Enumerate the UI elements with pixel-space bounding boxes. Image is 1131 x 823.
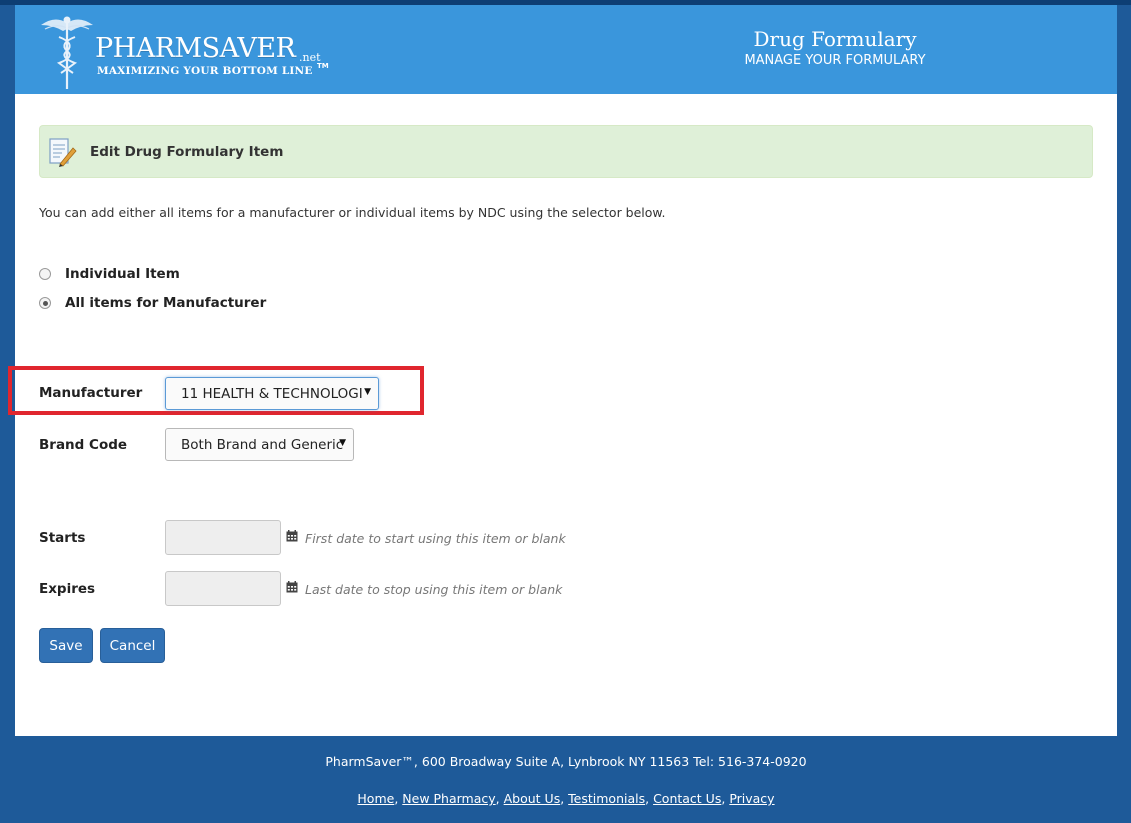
- starts-hint: First date to start using this item or b…: [305, 531, 566, 546]
- brand-code-label: Brand Code: [39, 437, 128, 453]
- radio-all-items-manufacturer[interactable]: All items for Manufacturer: [39, 295, 266, 311]
- main-content: Edit Drug Formulary Item You can add eit…: [8, 94, 1117, 736]
- logo-name: PHARMSAVER: [95, 33, 296, 64]
- footer-link-new-pharmacy[interactable]: New Pharmacy: [402, 791, 495, 806]
- page-subtitle: MANAGE YOUR FORMULARY: [744, 53, 926, 68]
- footer-link-home[interactable]: Home: [357, 791, 394, 806]
- save-button[interactable]: Save: [39, 628, 93, 663]
- logo-trademark: TM: [317, 62, 329, 70]
- radio-label[interactable]: Individual Item: [65, 266, 180, 282]
- cancel-button[interactable]: Cancel: [100, 628, 165, 663]
- footer-link-privacy[interactable]: Privacy: [729, 791, 774, 806]
- pharmsaver-logo[interactable]: PHARMSAVER .net MAXIMIZING YOUR BOTTOM L…: [37, 11, 337, 91]
- dropdown-arrow-icon: ▼: [339, 438, 346, 448]
- manufacturer-select-value: 11 HEALTH & TECHNOLOGI: [181, 386, 363, 402]
- expires-date-input[interactable]: [165, 571, 281, 606]
- intro-text: You can add either all items for a manuf…: [39, 205, 666, 220]
- expires-hint: Last date to stop using this item or bla…: [305, 582, 563, 597]
- radio-individual-item[interactable]: Individual Item: [39, 266, 180, 282]
- logo-tagline: MAXIMIZING YOUR BOTTOM LINE: [97, 65, 313, 77]
- brand-code-select[interactable]: Both Brand and Generic ▼: [165, 428, 354, 461]
- panel-heading: Edit Drug Formulary Item: [39, 125, 1093, 178]
- starts-label: Starts: [39, 530, 86, 546]
- footer-link-about-us[interactable]: About Us: [504, 791, 561, 806]
- radio-label[interactable]: All items for Manufacturer: [65, 295, 266, 311]
- starts-date-input[interactable]: [165, 520, 281, 555]
- footer-link-contact-us[interactable]: Contact Us: [653, 791, 721, 806]
- dropdown-arrow-icon: ▼: [364, 387, 371, 397]
- radio-button[interactable]: [39, 268, 51, 280]
- footer-address: PharmSaver™, 600 Broadway Suite A, Lynbr…: [325, 754, 807, 769]
- site-header: PHARMSAVER .net MAXIMIZING YOUR BOTTOM L…: [15, 5, 1117, 94]
- expires-label: Expires: [39, 581, 96, 597]
- site-footer: PharmSaver™, 600 Broadway Suite A, Lynbr…: [15, 737, 1117, 823]
- caduceus-icon: [41, 16, 93, 89]
- calendar-icon[interactable]: [286, 530, 298, 542]
- footer-links: Home, New Pharmacy, About Us, Testimonia…: [357, 791, 775, 806]
- calendar-icon[interactable]: [286, 581, 298, 593]
- radio-button[interactable]: [39, 297, 51, 309]
- panel-title: Edit Drug Formulary Item: [90, 144, 284, 160]
- page-title: Drug Formulary: [753, 27, 917, 51]
- footer-link-testimonials[interactable]: Testimonials: [568, 791, 645, 806]
- brand-code-select-value: Both Brand and Generic: [181, 437, 344, 453]
- edit-document-icon: [49, 138, 77, 167]
- manufacturer-select[interactable]: 11 HEALTH & TECHNOLOGI ▼: [165, 377, 379, 410]
- manufacturer-label: Manufacturer: [39, 385, 143, 401]
